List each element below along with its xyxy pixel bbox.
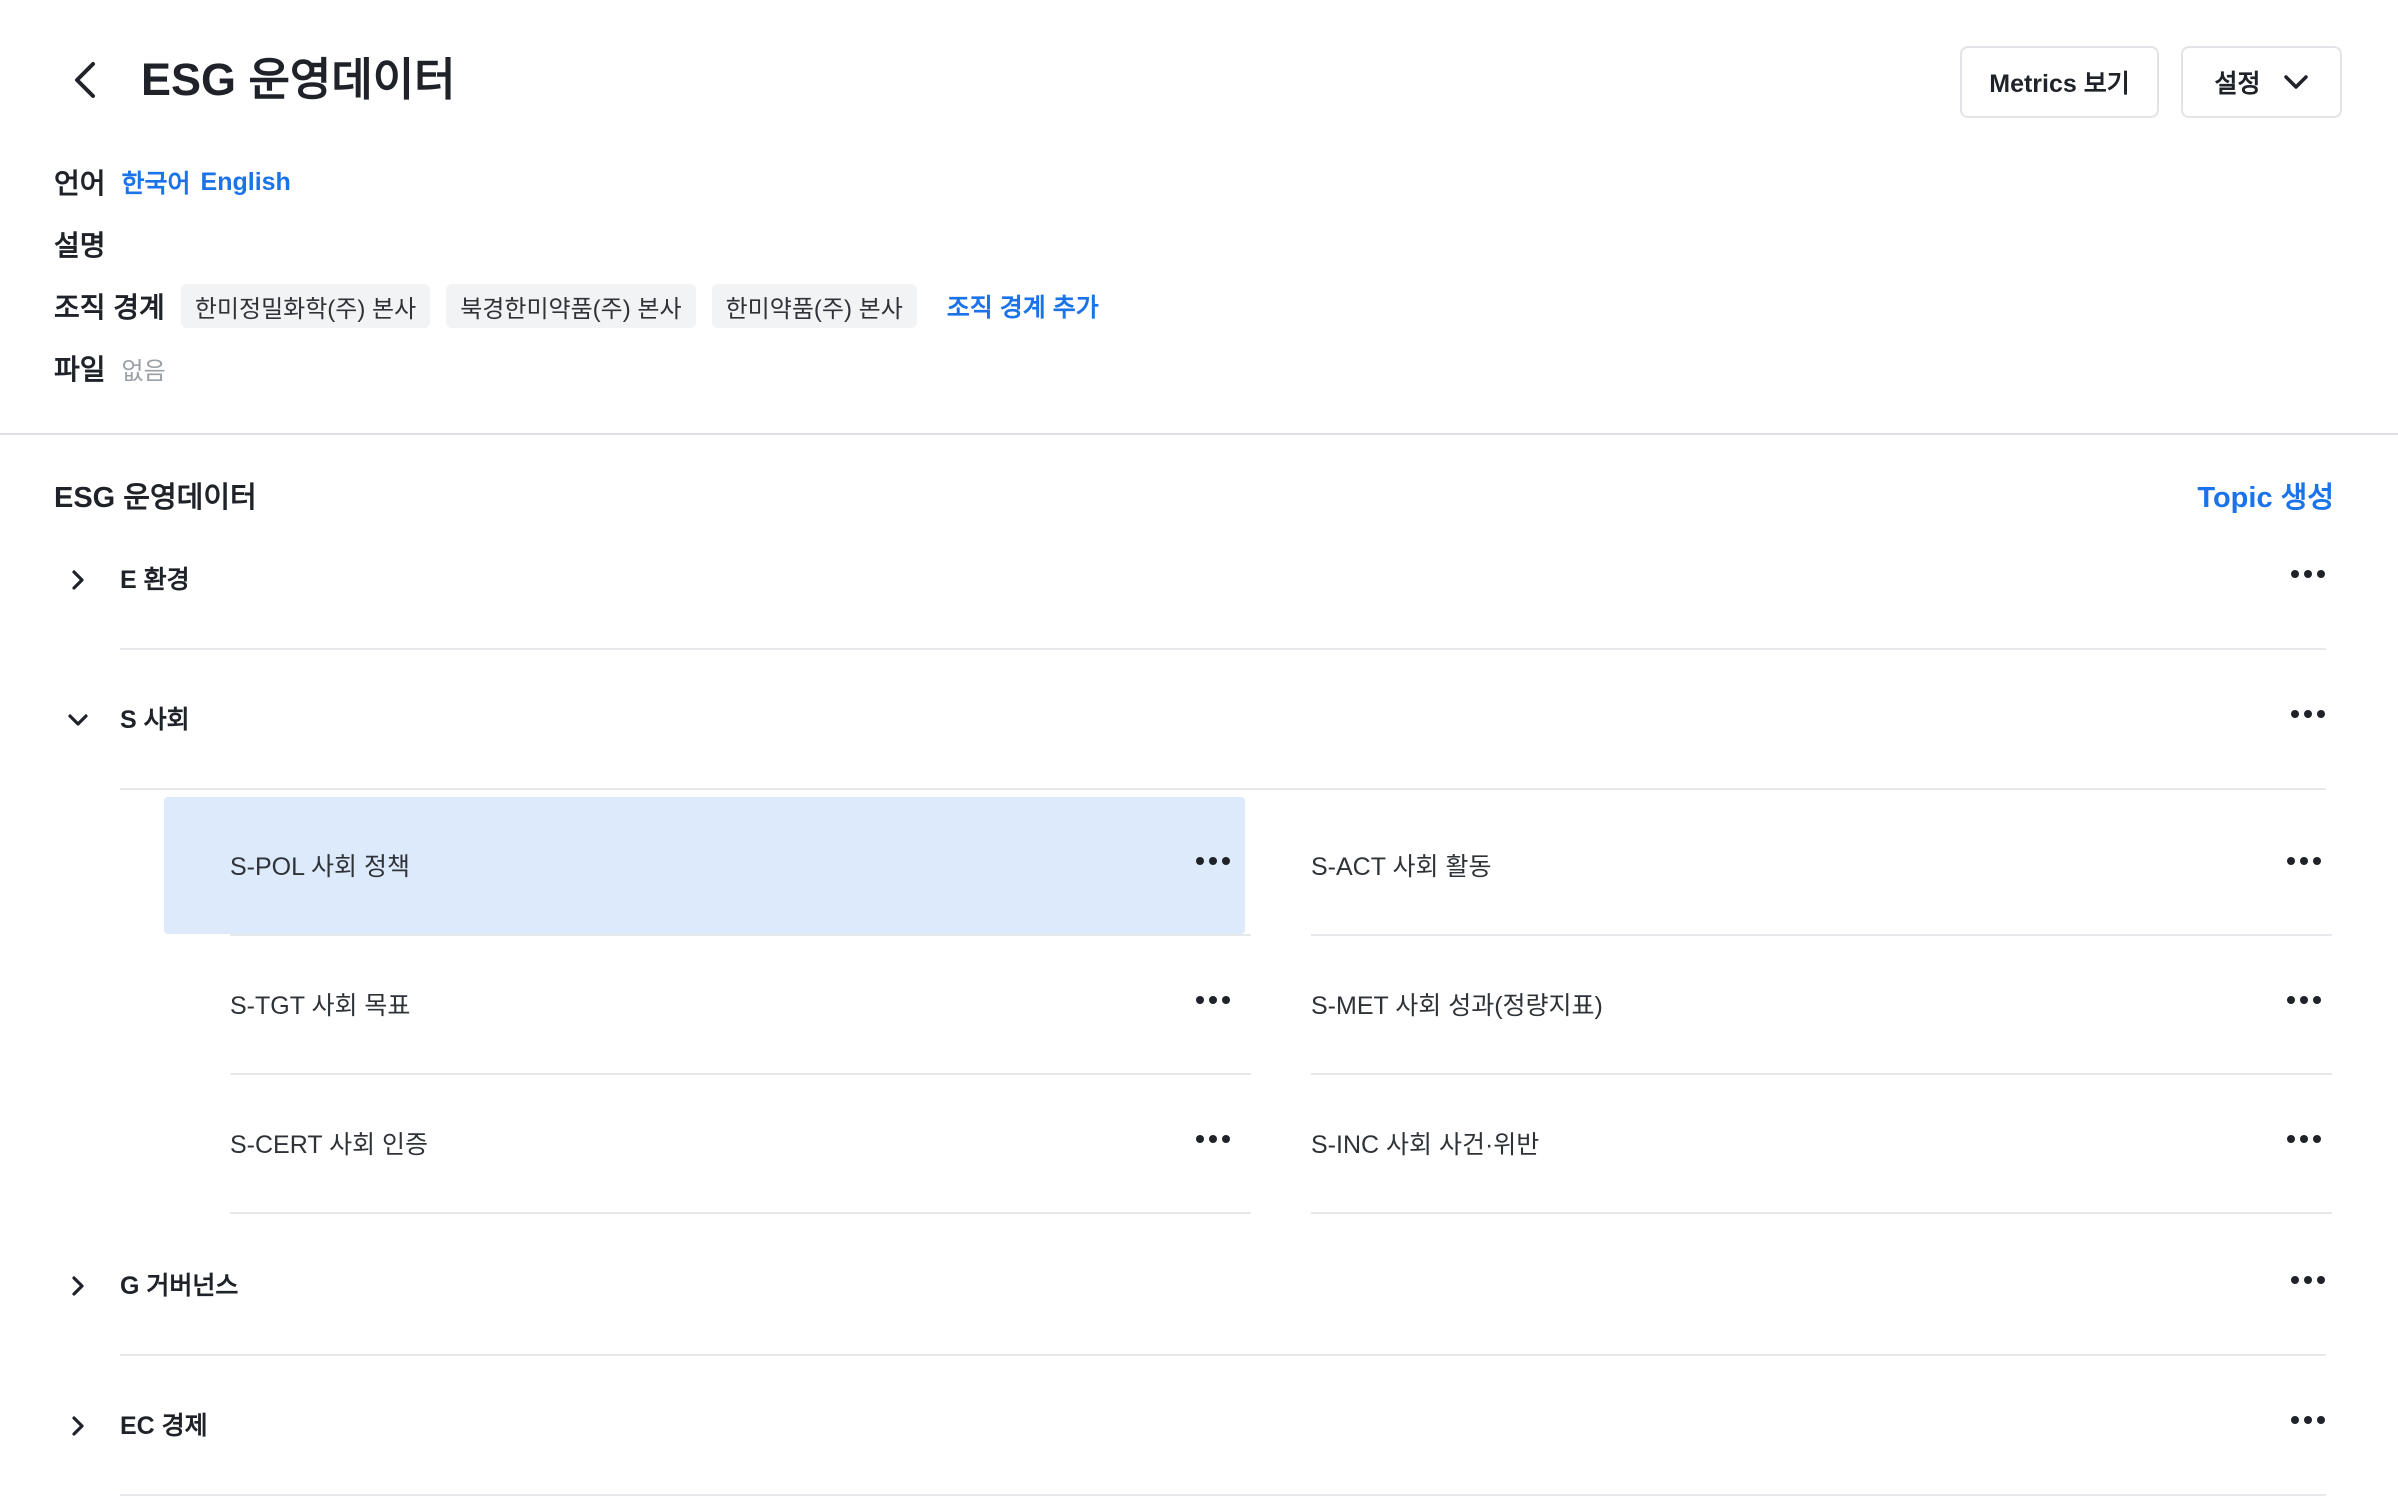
more-options-button[interactable] xyxy=(2280,1400,2336,1440)
more-options-button[interactable] xyxy=(2276,841,2332,881)
more-options-button[interactable] xyxy=(1185,980,1241,1020)
more-horizontal-icon xyxy=(2291,570,2325,578)
row-divider xyxy=(120,1494,2326,1496)
group-label: S 사회 xyxy=(120,706,190,734)
more-options-button[interactable] xyxy=(2280,1260,2336,1300)
more-horizontal-icon xyxy=(2287,1134,2321,1143)
chevron-right-icon xyxy=(72,570,84,590)
settings-label: 설정 xyxy=(2214,70,2261,98)
topic-label: S-CERT 사회 인증 xyxy=(230,1130,429,1159)
row-divider xyxy=(1311,1212,2332,1214)
expand-toggle[interactable] xyxy=(60,562,96,598)
topic-item-s-met[interactable]: S-MET 사회 성과(정량지표) xyxy=(1311,936,2332,1075)
chevron-down-icon xyxy=(2283,75,2308,89)
file-row: 파일 없음 xyxy=(54,348,166,388)
language-label: 언어 xyxy=(54,168,106,199)
language-korean[interactable]: 한국어 xyxy=(122,164,191,200)
more-horizontal-icon xyxy=(1196,995,1230,1004)
row-divider xyxy=(230,1212,1251,1214)
group-label: EC 경제 xyxy=(120,1412,208,1440)
group-label: E 환경 xyxy=(120,566,190,594)
more-horizontal-icon xyxy=(1196,856,1230,865)
page-title: ESG 운영데이터 xyxy=(141,54,456,105)
more-horizontal-icon xyxy=(1196,1134,1230,1143)
row-divider xyxy=(120,788,2326,790)
expand-toggle[interactable] xyxy=(60,1408,96,1444)
file-label: 파일 xyxy=(54,354,106,385)
topic-label: S-MET 사회 성과(정량지표) xyxy=(1311,991,1603,1020)
topic-item-s-cert[interactable]: S-CERT 사회 인증 xyxy=(164,1075,1251,1214)
topic-label: S-ACT 사회 활동 xyxy=(1311,852,1492,881)
more-horizontal-icon xyxy=(2291,710,2325,718)
more-options-button[interactable] xyxy=(1185,841,1241,881)
language-row: 언어 한국어 English xyxy=(54,162,301,202)
metrics-view-button[interactable]: Metrics 보기 xyxy=(1960,46,2159,118)
settings-dropdown-button[interactable]: 설정 xyxy=(2181,46,2342,118)
more-horizontal-icon xyxy=(2291,1416,2325,1424)
topic-label: S-TGT 사회 목표 xyxy=(230,991,411,1020)
collapse-toggle[interactable] xyxy=(60,702,96,738)
topic-label: S-POL 사회 정책 xyxy=(230,852,410,881)
topic-label: S-INC 사회 사건·위반 xyxy=(1311,1130,1540,1159)
more-options-button[interactable] xyxy=(2276,1119,2332,1159)
more-horizontal-icon xyxy=(2291,1276,2325,1284)
more-horizontal-icon xyxy=(2287,856,2321,865)
add-org-boundary-link[interactable]: 조직 경계 추가 xyxy=(947,288,1099,324)
metrics-view-label: Metrics 보기 xyxy=(1989,70,2130,98)
more-options-button[interactable] xyxy=(2276,980,2332,1020)
description-label: 설명 xyxy=(54,230,106,261)
org-boundary-row: 조직 경계 한미정밀화학(주) 본사 북경한미약품(주) 본사 한미약품(주) … xyxy=(54,284,1099,328)
chevron-right-icon xyxy=(72,1276,84,1296)
chevron-right-icon xyxy=(72,1416,84,1436)
topic-item-s-inc[interactable]: S-INC 사회 사건·위반 xyxy=(1311,1075,2332,1214)
group-label: G 거버넌스 xyxy=(120,1272,239,1300)
group-row-s[interactable]: S 사회 xyxy=(0,650,2398,790)
org-chip: 한미정밀화학(주) 본사 xyxy=(180,284,431,328)
topic-item-s-tgt[interactable]: S-TGT 사회 목표 xyxy=(164,936,1251,1075)
org-chip: 북경한미약품(주) 본사 xyxy=(446,284,696,328)
header-divider xyxy=(0,433,2398,435)
more-options-button[interactable] xyxy=(1185,1119,1241,1159)
chevron-down-icon xyxy=(68,714,88,726)
chevron-left-icon xyxy=(75,62,95,98)
org-chip: 한미약품(주) 본사 xyxy=(711,284,917,328)
org-boundary-label: 조직 경계 xyxy=(54,292,165,323)
more-horizontal-icon xyxy=(2287,995,2321,1004)
group-row-e[interactable]: E 환경 xyxy=(0,510,2398,650)
group-row-g[interactable]: G 거버넌스 xyxy=(0,1216,2398,1356)
description-row: 설명 xyxy=(54,224,122,264)
more-options-button[interactable] xyxy=(2280,694,2336,734)
page-header: ESG 운영데이터 Metrics 보기 설정 언어 한국어 English 설… xyxy=(0,0,2398,434)
expand-toggle[interactable] xyxy=(60,1268,96,1304)
group-row-ec[interactable]: EC 경제 xyxy=(0,1356,2398,1496)
topic-item-s-pol[interactable]: S-POL 사회 정책 xyxy=(164,797,1251,936)
more-options-button[interactable] xyxy=(2280,554,2336,594)
language-english[interactable]: English xyxy=(201,168,291,197)
back-button[interactable] xyxy=(60,55,110,105)
topic-item-s-act[interactable]: S-ACT 사회 활동 xyxy=(1311,797,2332,936)
file-value: 없음 xyxy=(121,357,166,385)
